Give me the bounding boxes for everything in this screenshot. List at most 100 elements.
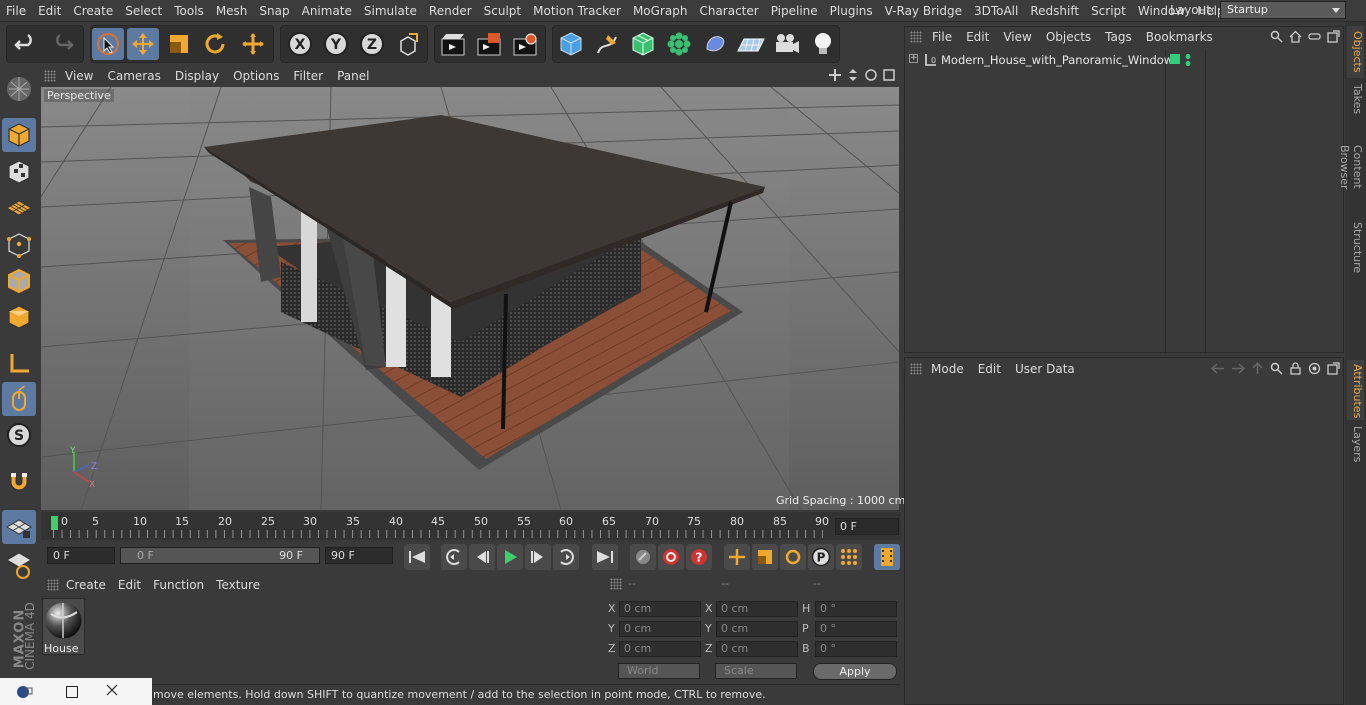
points-mode-button[interactable] xyxy=(2,228,36,262)
record-keys-button[interactable] xyxy=(630,544,656,570)
snap-button[interactable] xyxy=(2,465,36,499)
perspective-viewport[interactable]: Y Z X xyxy=(41,87,899,510)
pan-icon[interactable] xyxy=(828,68,842,82)
menu-3dtoall[interactable]: 3DToAll xyxy=(968,0,1024,22)
timeline-button[interactable] xyxy=(874,544,900,570)
workplane-button[interactable] xyxy=(2,191,36,225)
close-window-button[interactable] xyxy=(106,684,118,699)
render-settings-button[interactable] xyxy=(509,28,541,60)
arrow-right-icon[interactable] xyxy=(1231,362,1245,375)
workplane-mode-button[interactable] xyxy=(2,548,36,582)
redo-button[interactable] xyxy=(46,28,78,60)
key-rotation-button[interactable] xyxy=(780,544,806,570)
live-selection-button[interactable] xyxy=(92,28,124,60)
polygons-mode-button[interactable] xyxy=(2,300,36,334)
rotation-p-field[interactable]: 0 ° xyxy=(815,621,897,637)
menu-motion-tracker[interactable]: Motion Tracker xyxy=(527,0,627,22)
playhead[interactable] xyxy=(51,516,58,530)
undo-button[interactable] xyxy=(10,28,42,60)
menu-simulate[interactable]: Simulate xyxy=(358,0,423,22)
attribute-menu-edit[interactable]: Edit xyxy=(971,362,1008,376)
tab-layers[interactable]: Layers xyxy=(1347,422,1364,462)
panel-grip[interactable] xyxy=(910,363,922,375)
menu-mesh[interactable]: Mesh xyxy=(210,0,254,22)
camera-button[interactable] xyxy=(771,28,803,60)
object-menu-tags[interactable]: Tags xyxy=(1098,30,1139,44)
size-y-field[interactable]: 0 cm xyxy=(716,621,798,637)
object-menu-edit[interactable]: Edit xyxy=(959,30,996,44)
rotation-h-field[interactable]: 0 ° xyxy=(815,601,897,617)
current-frame-field[interactable]: 0 F xyxy=(835,518,899,535)
scale-select[interactable]: Scale xyxy=(715,663,797,679)
menu-redshift[interactable]: Redshift xyxy=(1024,0,1085,22)
viewport-menu-filter[interactable]: Filter xyxy=(286,69,330,83)
model-mode-button[interactable] xyxy=(2,118,36,152)
light-button[interactable] xyxy=(807,28,839,60)
size-z-field[interactable]: 0 cm xyxy=(716,641,798,657)
move-tool-button[interactable] xyxy=(127,28,159,60)
prev-key-button[interactable] xyxy=(441,544,467,570)
menu-vray-bridge[interactable]: V-Ray Bridge xyxy=(879,0,968,22)
arrow-left-icon[interactable] xyxy=(1211,362,1225,375)
solo-button[interactable]: S xyxy=(2,418,36,452)
panel-grip[interactable] xyxy=(47,579,59,591)
pen-tool-button[interactable] xyxy=(591,28,623,60)
goto-end-button[interactable] xyxy=(592,544,618,570)
end-frame-field[interactable]: 90 F xyxy=(325,547,393,564)
size-x-field[interactable]: 0 cm xyxy=(716,601,798,617)
apply-button[interactable]: Apply xyxy=(813,663,897,680)
viewport-menu-view[interactable]: View xyxy=(58,69,100,83)
lock-icon[interactable] xyxy=(1289,362,1302,375)
menu-plugins[interactable]: Plugins xyxy=(824,0,879,22)
position-z-field[interactable]: 0 cm xyxy=(619,641,701,657)
tab-content-browser[interactable]: Content Browser xyxy=(1338,120,1364,214)
make-editable-button[interactable] xyxy=(2,72,36,106)
object-menu-view[interactable]: View xyxy=(996,30,1038,44)
position-x-field[interactable]: 0 cm xyxy=(619,601,701,617)
object-menu-objects[interactable]: Objects xyxy=(1039,30,1098,44)
next-key-button[interactable] xyxy=(553,544,579,570)
object-menu-file[interactable]: File xyxy=(925,30,959,44)
z-axis-button[interactable]: Z xyxy=(356,28,388,60)
visibility-toggle[interactable] xyxy=(1170,54,1180,64)
material-menu-edit[interactable]: Edit xyxy=(112,578,147,592)
search-icon[interactable] xyxy=(1270,362,1283,375)
expand-toggle[interactable]: + xyxy=(909,54,918,63)
layout-select[interactable]: Startup xyxy=(1220,1,1346,19)
material-house[interactable]: House xyxy=(42,598,85,655)
material-menu-create[interactable]: Create xyxy=(60,578,112,592)
menu-animate[interactable]: Animate xyxy=(296,0,358,22)
menu-tools[interactable]: Tools xyxy=(168,0,210,22)
key-parameter-button[interactable]: P xyxy=(808,544,834,570)
edges-mode-button[interactable] xyxy=(2,264,36,298)
maximize-view-icon[interactable] xyxy=(882,68,896,82)
attribute-menu-mode[interactable]: Mode xyxy=(924,362,971,376)
timeline-ruler[interactable]: 0 5 10 15 20 25 30 35 40 45 50 55 60 65 … xyxy=(41,512,901,540)
axis-mode-button[interactable] xyxy=(2,347,36,381)
object-menu-bookmarks[interactable]: Bookmarks xyxy=(1139,30,1220,44)
key-pla-button[interactable] xyxy=(836,544,862,570)
floor-button[interactable] xyxy=(735,28,767,60)
menu-create[interactable]: Create xyxy=(67,0,119,22)
render-dots[interactable] xyxy=(1185,53,1191,67)
home-icon[interactable] xyxy=(1289,30,1302,43)
panel-grip[interactable] xyxy=(610,578,622,590)
orbit-icon[interactable] xyxy=(864,68,878,82)
target-icon[interactable] xyxy=(1308,362,1321,375)
key-scale-button[interactable] xyxy=(752,544,778,570)
viewport-menu-options[interactable]: Options xyxy=(226,69,286,83)
scale-tool-button[interactable] xyxy=(163,28,195,60)
enable-axis-button[interactable] xyxy=(2,510,36,544)
object-row[interactable]: + 0 Modern_House_with_Panoramic_Windows xyxy=(906,50,1342,70)
menu-render[interactable]: Render xyxy=(423,0,478,22)
tab-takes[interactable]: Takes xyxy=(1347,80,1364,118)
viewport-menu-panel[interactable]: Panel xyxy=(330,69,376,83)
search-icon[interactable] xyxy=(1270,30,1283,43)
coordinate-system-button[interactable] xyxy=(392,28,424,60)
start-frame-field[interactable]: 0 F xyxy=(47,547,115,564)
menu-edit[interactable]: Edit xyxy=(32,0,67,22)
subdivision-button[interactable] xyxy=(627,28,659,60)
tab-objects[interactable]: Objects xyxy=(1347,26,1364,78)
keyframe-selection-button[interactable]: ? xyxy=(686,544,712,570)
render-picture-viewer-button[interactable] xyxy=(473,28,505,60)
